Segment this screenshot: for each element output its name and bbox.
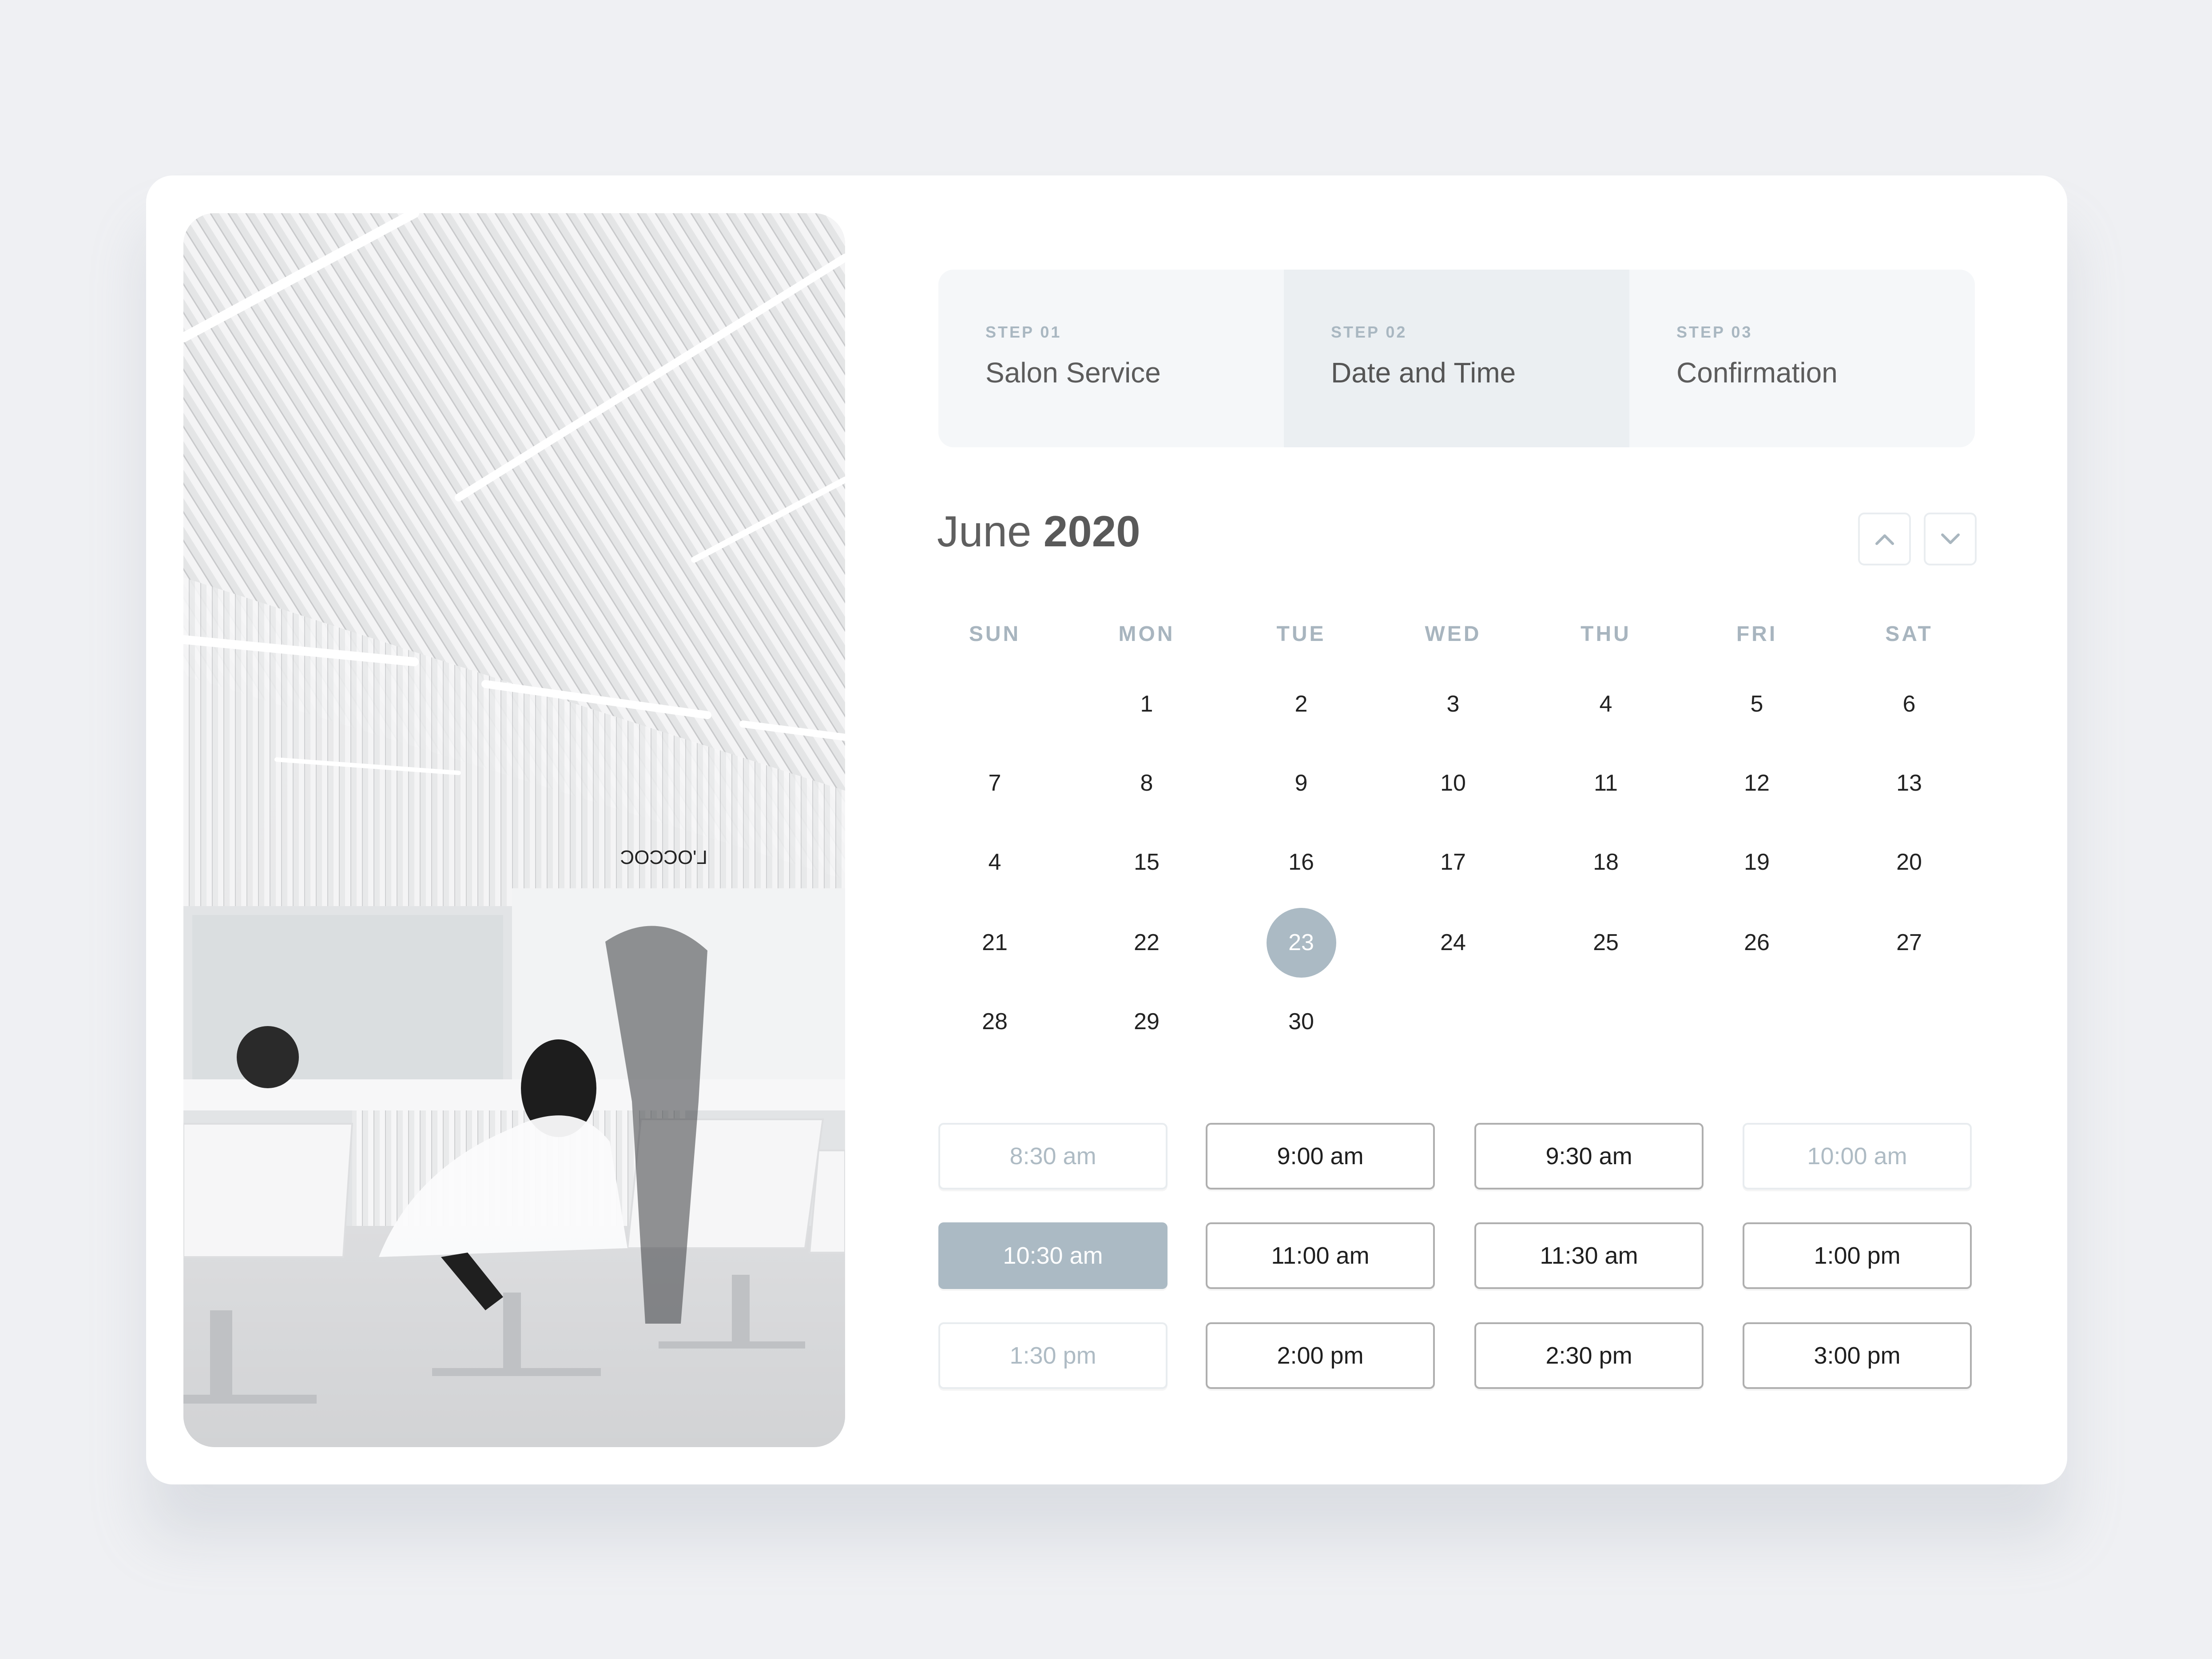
- step-title: Date and Time: [1331, 357, 1516, 389]
- calendar-day[interactable]: 8: [1080, 770, 1213, 796]
- weekday-header: MON: [1118, 622, 1175, 646]
- time-slot-available[interactable]: 11:30 am: [1474, 1222, 1704, 1289]
- step-number: STEP 01: [985, 323, 1062, 341]
- time-slot-disabled: 10:00 am: [1743, 1123, 1972, 1190]
- calendar-day[interactable]: 7: [928, 770, 1061, 796]
- previous-month-button[interactable]: [1858, 513, 1911, 565]
- calendar-day[interactable]: 17: [1386, 849, 1520, 875]
- calendar-day[interactable]: 10: [1386, 770, 1520, 796]
- step-date-and-time[interactable]: STEP 02 Date and Time: [1284, 270, 1629, 447]
- calendar-day[interactable]: 12: [1690, 770, 1823, 796]
- month-name: June: [937, 507, 1032, 556]
- step-salon-service[interactable]: STEP 01 Salon Service: [938, 270, 1284, 447]
- calendar-day[interactable]: 9: [1235, 770, 1368, 796]
- step-confirmation[interactable]: STEP 03 Confirmation: [1629, 270, 1975, 447]
- calendar-day[interactable]: 16: [1235, 849, 1368, 875]
- booking-steps: STEP 01 Salon Service STEP 02 Date and T…: [938, 270, 1975, 447]
- calendar-day[interactable]: 25: [1539, 929, 1672, 956]
- calendar-day[interactable]: 3: [1386, 691, 1520, 717]
- chevron-down-icon: [1941, 533, 1960, 544]
- calendar-day[interactable]: 21: [928, 929, 1061, 956]
- step-number: STEP 02: [1331, 323, 1407, 341]
- weekday-header: SUN: [969, 622, 1021, 646]
- calendar-day[interactable]: 5: [1690, 691, 1823, 717]
- step-title: Confirmation: [1676, 357, 1838, 389]
- calendar-day[interactable]: 20: [1843, 849, 1976, 875]
- chevron-up-icon: [1875, 534, 1894, 545]
- calendar-day[interactable]: 22: [1080, 929, 1213, 956]
- salon-photo: L'OCCOC: [183, 213, 845, 1447]
- time-slot-available[interactable]: 1:00 pm: [1743, 1222, 1972, 1289]
- calendar-day[interactable]: 30: [1235, 1008, 1368, 1035]
- time-slot-available[interactable]: 2:00 pm: [1206, 1322, 1435, 1389]
- calendar-day[interactable]: 6: [1843, 691, 1976, 717]
- time-slot-available[interactable]: 9:30 am: [1474, 1123, 1704, 1190]
- calendar-day[interactable]: 15: [1080, 849, 1213, 875]
- weekday-header: SAT: [1885, 622, 1933, 646]
- calendar-day-selected[interactable]: 23: [1235, 929, 1368, 956]
- next-month-button[interactable]: [1924, 513, 1977, 565]
- time-slot-disabled: 8:30 am: [938, 1123, 1168, 1190]
- salon-sign-text: L'OCCOC: [620, 847, 707, 868]
- weekday-header: TUE: [1276, 622, 1326, 646]
- step-number: STEP 03: [1676, 323, 1753, 341]
- time-slot-selected[interactable]: 10:30 am: [938, 1222, 1168, 1289]
- calendar-day[interactable]: 28: [928, 1008, 1061, 1035]
- calendar-day[interactable]: 4: [928, 849, 1061, 875]
- time-slot-available[interactable]: 3:00 pm: [1743, 1322, 1972, 1389]
- time-slot-disabled: 1:30 pm: [938, 1322, 1168, 1389]
- weekday-header: FRI: [1736, 622, 1778, 646]
- calendar-day[interactable]: 24: [1386, 929, 1520, 956]
- calendar-day[interactable]: 11: [1539, 770, 1672, 796]
- calendar-day[interactable]: 27: [1843, 929, 1976, 956]
- month-title: June 2020: [937, 506, 1140, 557]
- calendar-day[interactable]: 4: [1539, 691, 1672, 717]
- salon-photo-illustration: L'OCCOC: [183, 213, 845, 1447]
- calendar-day[interactable]: 1: [1080, 691, 1213, 717]
- calendar-day[interactable]: 18: [1539, 849, 1672, 875]
- time-slot-available[interactable]: 9:00 am: [1206, 1123, 1435, 1190]
- calendar-day[interactable]: 29: [1080, 1008, 1213, 1035]
- calendar-day[interactable]: 26: [1690, 929, 1823, 956]
- time-slot-available[interactable]: 2:30 pm: [1474, 1322, 1704, 1389]
- year: 2020: [1043, 507, 1140, 556]
- calendar-day[interactable]: 13: [1843, 770, 1976, 796]
- time-slot-available[interactable]: 11:00 am: [1206, 1222, 1435, 1289]
- weekday-header: WED: [1425, 622, 1481, 646]
- calendar-day[interactable]: 2: [1235, 691, 1368, 717]
- weekday-header: THU: [1581, 622, 1631, 646]
- step-title: Salon Service: [985, 357, 1161, 389]
- calendar-day[interactable]: 19: [1690, 849, 1823, 875]
